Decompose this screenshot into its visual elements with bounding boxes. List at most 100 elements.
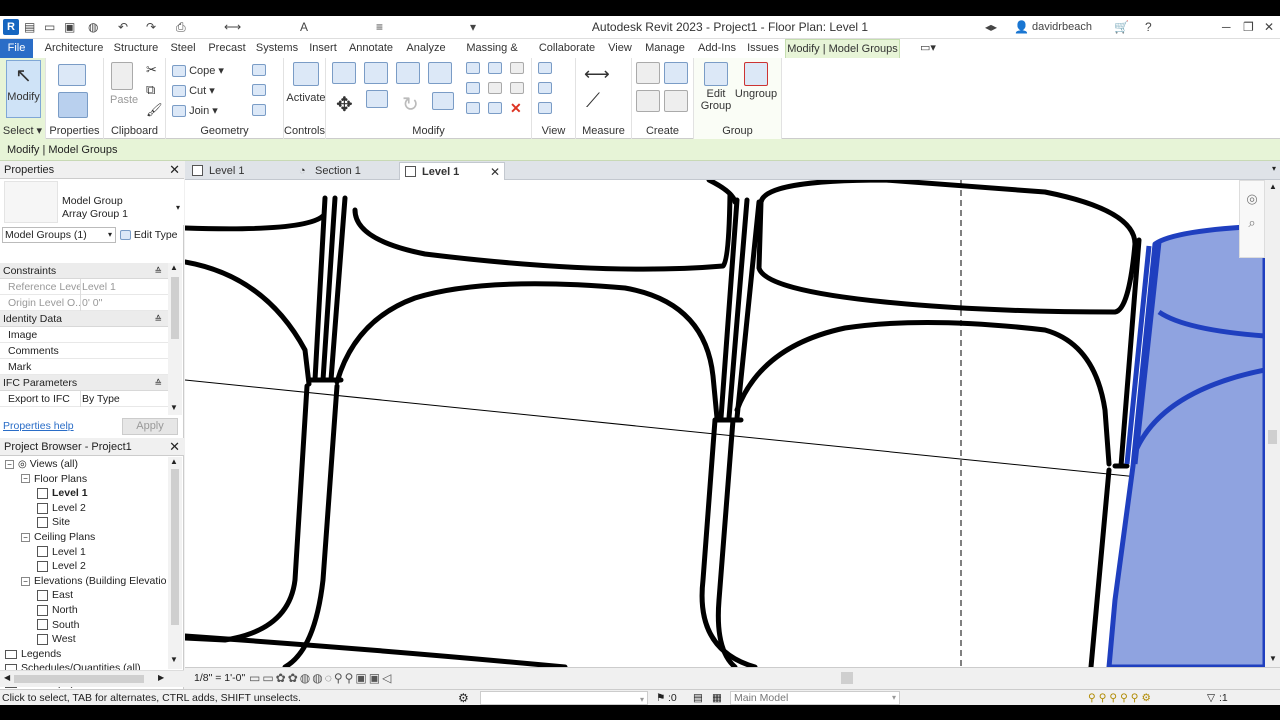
tab-annotate[interactable]: Annotate — [347, 39, 395, 58]
property-row[interactable]: Reference Level Level 1 — [0, 279, 168, 295]
create-parts-icon[interactable] — [664, 62, 688, 84]
property-row[interactable]: Comments — [0, 343, 168, 359]
browser-item[interactable]: West — [0, 632, 168, 647]
tab-view[interactable]: View — [606, 39, 634, 58]
tab-architecture[interactable]: Architecture — [42, 39, 106, 58]
close-properties-icon[interactable]: ✕ — [169, 161, 180, 179]
view-tab-level-1-active[interactable]: Level 1 ✕ — [399, 162, 505, 180]
tab-add-ins[interactable]: Add-Ins — [695, 39, 739, 58]
floor-plan-drawing[interactable] — [185, 180, 1265, 667]
mirror-draw-icon[interactable] — [428, 62, 452, 84]
properties-palette-icon[interactable] — [58, 92, 88, 118]
panel-title-select[interactable]: Select ▾ — [0, 124, 45, 137]
collapse-icon[interactable]: − — [21, 576, 30, 586]
split-icon[interactable] — [466, 62, 480, 75]
browser-scrollbar[interactable]: ▲ ▼ — [168, 457, 182, 669]
paste-button[interactable]: Paste — [110, 62, 138, 106]
create-similar-icon[interactable] — [664, 90, 688, 112]
navigation-bar[interactable]: ◎ ⌕ — [1239, 180, 1265, 258]
type-selector[interactable]: Model Group Array Group 1 ▾ — [0, 179, 184, 225]
view-tab-section-1[interactable]: ◔ Section 1 — [293, 162, 397, 180]
design-options-icon-2[interactable]: ▦ — [712, 690, 722, 705]
view-tab-level-1[interactable]: Level 1 — [187, 162, 291, 180]
canvas-vscrollbar[interactable]: ▲ ▼ — [1265, 180, 1280, 667]
delete-icon[interactable]: ✕ — [510, 100, 522, 117]
browser-item[interactable]: − Floor Plans — [0, 472, 168, 487]
tab-insert[interactable]: Insert — [306, 39, 340, 58]
tab-structure[interactable]: Structure — [113, 39, 159, 58]
user-icon[interactable]: 👤 — [1014, 20, 1029, 35]
browser-item[interactable]: Level 1 — [0, 486, 168, 501]
tab-issues[interactable]: Issues — [745, 39, 781, 58]
property-value[interactable]: By Type — [80, 391, 166, 407]
split-face-icon[interactable] — [252, 84, 266, 97]
steering-wheel-icon[interactable]: ◎ — [1240, 191, 1264, 207]
ungroup-button[interactable]: Ungroup — [734, 62, 778, 100]
join-button[interactable]: Join ▾ — [172, 104, 218, 118]
property-group-header[interactable]: Identity Data ≙ — [0, 311, 168, 327]
help-icon[interactable]: ? — [1145, 20, 1152, 35]
properties-help-link[interactable]: Properties help — [3, 420, 74, 432]
type-properties-icon[interactable] — [58, 64, 86, 86]
unpin-icon[interactable] — [510, 82, 524, 95]
browser-item[interactable]: East — [0, 588, 168, 603]
browser-item[interactable]: − ◎ Views (all) — [0, 457, 168, 472]
rotate-icon[interactable]: ↻ — [402, 92, 419, 117]
user-name[interactable]: davidrbeach — [1032, 20, 1092, 35]
paint-icon[interactable] — [252, 104, 266, 117]
edit-group-button[interactable]: Edit Group — [698, 62, 734, 112]
filter-icon[interactable]: ▽ — [1207, 690, 1215, 705]
modify-button[interactable]: ↖ Modify — [6, 60, 41, 118]
view-tabs-menu-icon[interactable]: ▾ — [1272, 164, 1276, 173]
hide-view-icon[interactable] — [538, 62, 552, 75]
wall-joins-icon[interactable] — [252, 64, 266, 77]
activate-button[interactable]: Activate — [286, 62, 326, 104]
dimension-icon[interactable]: ⟋ — [586, 90, 600, 113]
zoom-icon[interactable]: ⌕ — [1240, 215, 1264, 231]
tab-analyze[interactable]: Analyze — [402, 39, 450, 58]
collapse-icon[interactable]: − — [21, 474, 30, 484]
close-window-icon[interactable]: ✕ — [1264, 20, 1274, 35]
main-model-dropdown[interactable]: Main Model ▾ — [730, 691, 900, 705]
view-scale[interactable]: 1/8" = 1'-0" — [194, 672, 245, 684]
tab-precast[interactable]: Precast — [206, 39, 248, 58]
property-group-header[interactable]: IFC Parameters ≙ — [0, 375, 168, 391]
property-row[interactable]: Image — [0, 327, 168, 343]
browser-item[interactable]: − Elevations (Building Elevatio — [0, 574, 168, 589]
collapse-icon[interactable]: − — [5, 459, 14, 469]
offset-icon[interactable] — [364, 62, 388, 84]
browser-item[interactable]: Legends — [0, 647, 168, 662]
create-assembly-icon[interactable] — [636, 62, 660, 84]
view-controls-icons[interactable]: ▭▭✿✿◍◍◌⚲⚲▣▣◁ — [249, 671, 393, 685]
instance-filter-dropdown[interactable]: Model Groups (1) ▾ — [2, 227, 116, 243]
tab-file[interactable]: File — [0, 39, 33, 58]
ribbon-display-icon[interactable]: ▭▾ — [916, 39, 940, 58]
browser-item[interactable]: − Ceiling Plans — [0, 530, 168, 545]
trim-icon[interactable] — [432, 92, 454, 110]
copy-icon[interactable]: ⧉ — [146, 82, 155, 98]
property-row[interactable]: Export to IFC By Type — [0, 391, 168, 407]
selection-settings-icons[interactable]: ⚲⚲⚲⚲⚲⚙ — [1088, 690, 1154, 705]
collapse-icon[interactable]: − — [21, 532, 30, 542]
property-row[interactable]: Origin Level O... 0' 0" — [0, 295, 168, 311]
property-value[interactable]: Level 1 — [80, 279, 166, 295]
browser-item[interactable]: North — [0, 603, 168, 618]
move-icon[interactable]: ✥ — [336, 92, 353, 117]
trim-extend-icon[interactable] — [466, 102, 480, 115]
tab-systems[interactable]: Systems — [255, 39, 299, 58]
cope-button[interactable]: Cope ▾ — [172, 64, 224, 78]
extend-icon[interactable] — [488, 102, 502, 115]
tab-manage[interactable]: Manage — [641, 39, 689, 58]
browser-item[interactable]: South — [0, 618, 168, 633]
tab-modify-model-groups[interactable]: Modify | Model Groups — [785, 39, 900, 58]
tab-massing-site[interactable]: Massing & Site — [456, 39, 528, 73]
property-value[interactable]: 0' 0" — [80, 295, 166, 311]
measure-between-icon[interactable]: ⟷ — [584, 64, 610, 85]
design-options-icon[interactable]: ▤ — [693, 690, 703, 705]
editing-requests-icon[interactable]: ⚑ — [656, 690, 665, 705]
browser-hscrollbar[interactable]: ◀ ▶ — [0, 670, 184, 687]
mirror-axis-icon[interactable] — [396, 62, 420, 84]
pin-icon[interactable] — [510, 62, 524, 75]
minimize-icon[interactable]: ─ — [1222, 20, 1231, 35]
property-group-header[interactable]: Constraints ≙ — [0, 263, 168, 279]
